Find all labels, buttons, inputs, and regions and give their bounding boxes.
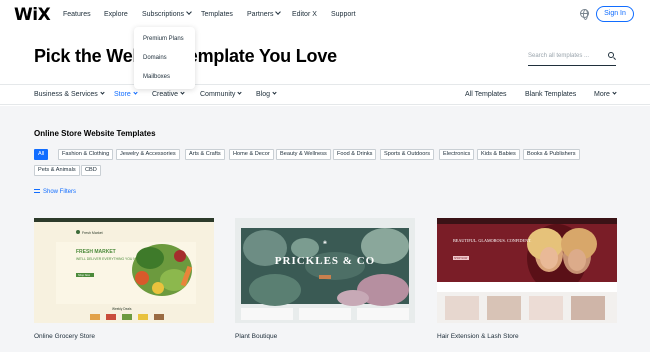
tag-all[interactable]: All	[34, 149, 49, 160]
chevron-down-icon	[133, 90, 138, 95]
templates-section: Online Store Website Templates All Fashi…	[0, 106, 650, 352]
tag-home-decor[interactable]: Home & Decor	[229, 149, 274, 160]
template-name-hair-lash[interactable]: Hair Extension & Lash Store	[437, 333, 519, 340]
search-icon[interactable]	[608, 52, 614, 58]
sign-in-button[interactable]: Sign In	[596, 6, 634, 22]
menu-domains[interactable]: Domains	[143, 55, 167, 61]
chevron-down-icon	[180, 90, 185, 95]
nav-partners[interactable]: Partners	[247, 9, 282, 18]
template-preview-hair: BEAUTIFUL. GLAMOROUS. CONFIDENT. SHOP NO…	[437, 218, 617, 323]
nav-subscriptions[interactable]: Subscriptions	[142, 9, 192, 18]
chevron-down-icon	[275, 9, 282, 15]
nav-support[interactable]: Support	[331, 11, 356, 18]
category-blank-templates[interactable]: Blank Templates	[525, 91, 576, 98]
template-name-plant-boutique[interactable]: Plant Boutique	[235, 333, 277, 340]
template-preview-plant: ❀ PRICKLES & CO	[235, 218, 415, 323]
category-store[interactable]: Store	[114, 90, 138, 98]
tag-sports-outdoors[interactable]: Sports & Outdoors	[380, 149, 435, 160]
chevron-down-icon	[272, 90, 277, 95]
grocery-shop-button: Shop Now	[78, 273, 90, 277]
grocery-site-name: Fresh Market	[82, 231, 103, 235]
menu-mailboxes[interactable]: Mailboxes	[143, 74, 170, 80]
tag-jewelry-accessories[interactable]: Jewelry & Accessories	[116, 149, 180, 160]
subscriptions-dropdown: Premium Plans Domains Mailboxes	[134, 27, 195, 89]
search-bar[interactable]: Search all templates ...	[528, 49, 616, 66]
category-all-templates[interactable]: All Templates	[465, 91, 507, 98]
template-card-plant-boutique[interactable]: ❀ PRICKLES & CO	[235, 218, 415, 323]
tag-fashion-clothing[interactable]: Fashion & Clothing	[58, 149, 114, 160]
nav-templates[interactable]: Templates	[201, 11, 233, 18]
section-title: Online Store Website Templates	[34, 129, 156, 138]
template-name-online-grocery[interactable]: Online Grocery Store	[34, 333, 95, 340]
category-community[interactable]: Community	[200, 90, 243, 98]
plant-headline: PRICKLES & CO	[275, 255, 375, 267]
menu-premium-plans[interactable]: Premium Plans	[143, 36, 184, 42]
grocery-tagline: WE'LL DELIVER EVERYTHING YOU NEED	[76, 257, 143, 261]
hair-headline: BEAUTIFUL. GLAMOROUS. CONFIDENT.	[453, 238, 531, 243]
hair-shop-button: SHOP NOW	[454, 257, 468, 260]
grocery-headline: FRESH MARKET	[76, 249, 116, 255]
tag-books-publishers[interactable]: Books & Publishers	[523, 149, 580, 160]
search-input[interactable]: Search all templates ...	[528, 53, 589, 59]
chevron-down-icon	[612, 90, 617, 95]
tag-food-drinks[interactable]: Food & Drinks	[333, 149, 377, 160]
globe-icon[interactable]	[580, 9, 589, 20]
tag-cbd[interactable]: CBD	[81, 165, 101, 176]
grocery-weekly-deals: Weekly Deals	[112, 307, 132, 311]
category-creative[interactable]: Creative	[152, 90, 185, 98]
show-filters-button[interactable]: Show Filters	[34, 189, 76, 195]
template-card-hair-lash[interactable]: BEAUTIFUL. GLAMOROUS. CONFIDENT. SHOP NO…	[437, 218, 617, 323]
svg-text:❀: ❀	[323, 240, 327, 246]
wix-logo[interactable]: WiX	[14, 5, 51, 25]
template-card-online-grocery[interactable]: Fresh Market FRESH MARKET WE'LL DELIVER …	[34, 218, 214, 323]
category-business-services[interactable]: Business & Services	[34, 90, 105, 98]
category-more[interactable]: More	[594, 90, 617, 98]
nav-editor-x[interactable]: Editor X	[292, 11, 317, 18]
top-navigation: WiX Features Explore Subscriptions Templ…	[0, 0, 650, 30]
tag-beauty-wellness[interactable]: Beauty & Wellness	[276, 149, 331, 160]
tag-electronics[interactable]: Electronics	[439, 149, 475, 160]
nav-explore[interactable]: Explore	[104, 11, 128, 18]
tag-pets-animals[interactable]: Pets & Animals	[34, 165, 80, 176]
category-blog[interactable]: Blog	[256, 90, 277, 98]
tag-arts-crafts[interactable]: Arts & Crafts	[185, 149, 225, 160]
chevron-down-icon	[100, 90, 105, 95]
template-preview-grocery: Fresh Market FRESH MARKET WE'LL DELIVER …	[34, 218, 214, 323]
tag-kids-babies[interactable]: Kids & Babies	[477, 149, 520, 160]
chevron-down-icon	[186, 9, 192, 15]
chevron-down-icon	[237, 90, 243, 95]
filter-icon	[34, 189, 40, 193]
nav-features[interactable]: Features	[63, 11, 91, 18]
category-bar: Business & Services Store Creative Commu…	[0, 84, 650, 105]
